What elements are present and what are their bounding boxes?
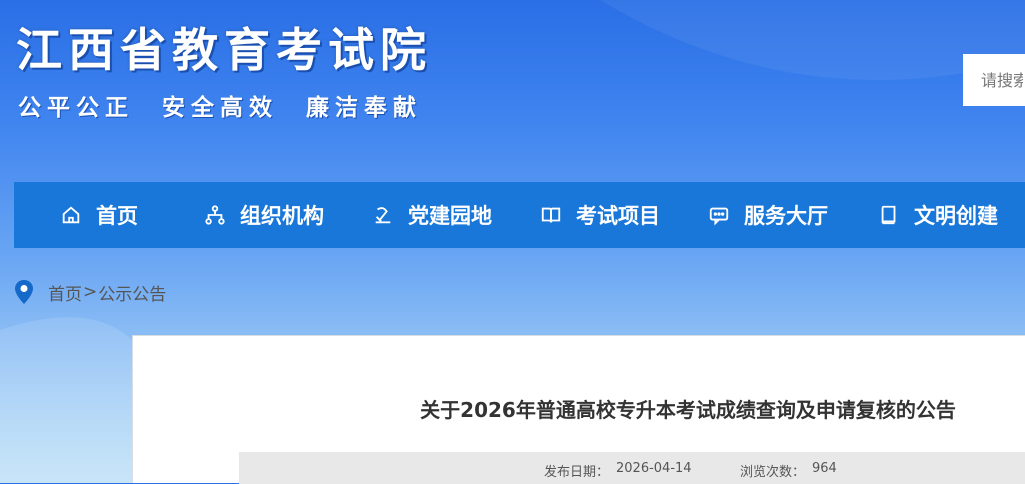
org-chart-icon xyxy=(205,205,225,225)
breadcrumb: 首页 > 公示公告 xyxy=(14,278,166,306)
nav-item-label: 党建园地 xyxy=(408,204,492,228)
view-count: 964 xyxy=(812,461,837,476)
nav-item-label: 组织机构 xyxy=(240,204,324,228)
nav-item-organization[interactable]: 组织机构 xyxy=(204,182,324,248)
party-emblem-icon xyxy=(375,207,391,224)
publish-date-label: 发布日期： xyxy=(544,465,610,480)
home-icon xyxy=(62,206,80,224)
search-input[interactable] xyxy=(963,54,1025,106)
nav-item-service-hall[interactable]: 服务大厅 xyxy=(708,182,828,248)
view-count-label: 浏览次数： xyxy=(740,465,806,480)
location-pin-icon xyxy=(15,280,33,304)
article-title: 关于2026年普通高校专升本考试成绩查询及申请复核的公告 xyxy=(420,398,956,422)
article-panel: 关于2026年普通高校专升本考试成绩查询及申请复核的公告 发布日期： 2026-… xyxy=(132,335,1025,484)
breadcrumb-home-link[interactable]: 首页 xyxy=(48,280,82,305)
site-title: 江西省教育考试院 xyxy=(16,23,432,77)
breadcrumb-current-link[interactable]: 公示公告 xyxy=(98,280,166,305)
chat-bubble-icon xyxy=(709,207,729,226)
nav-item-home[interactable]: 首页 xyxy=(60,182,138,248)
nav-item-label: 文明创建 xyxy=(914,204,998,228)
article-meta-bar: 发布日期： 2026-04-14 浏览次数： 964 xyxy=(239,452,1025,484)
nav-item-label: 考试项目 xyxy=(576,204,660,228)
nav-item-label: 服务大厅 xyxy=(744,204,828,228)
nav-item-party-building[interactable]: 党建园地 xyxy=(372,182,492,248)
book-icon xyxy=(881,205,896,225)
publish-date: 2026-04-14 xyxy=(616,461,692,476)
breadcrumb-separator: > xyxy=(83,282,98,302)
nav-item-civilization[interactable]: 文明创建 xyxy=(878,182,998,248)
nav-item-label: 首页 xyxy=(96,204,138,228)
open-book-icon xyxy=(541,207,561,223)
nav-item-exam-projects[interactable]: 考试项目 xyxy=(540,182,660,248)
site-slogan: 公平公正 安全高效 廉洁奉献 xyxy=(18,95,423,121)
main-nav: 首页 组织机构 党建园地 考试项目 服务大厅 文明创建 xyxy=(14,182,1025,248)
